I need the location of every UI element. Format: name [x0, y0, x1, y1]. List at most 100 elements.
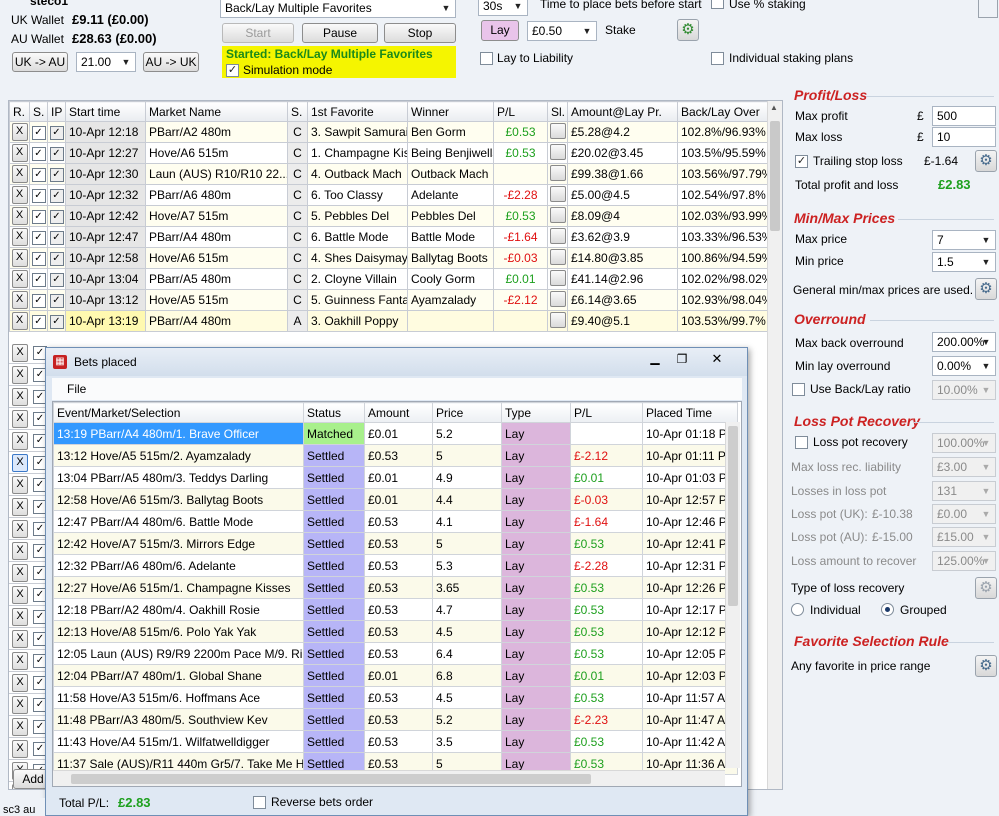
remove-row-button[interactable]: X — [11, 312, 28, 330]
in-play-checkbox[interactable]: ✓ — [49, 147, 64, 161]
remove-row-button[interactable]: X — [12, 586, 28, 604]
simulation-mode-checkbox[interactable]: ✓ — [226, 64, 239, 77]
bet-row[interactable]: 13:04 PBarr/A5 480m/3. Teddys Darling Set… — [53, 466, 738, 489]
stop-loss-button[interactable] — [549, 269, 566, 286]
stop-button[interactable]: Stop — [384, 23, 456, 43]
grid-column-header[interactable]: Back/Lay Over — [677, 101, 768, 122]
bets-column-header[interactable]: P/L — [570, 402, 643, 423]
maximize-button[interactable]: ❐ — [669, 351, 695, 368]
bet-row[interactable]: 12:18 PBarr/A2 480m/4. Oakhill Rosie Sett… — [53, 598, 738, 621]
control-cell[interactable]: ✓ — [29, 121, 48, 143]
control-cell[interactable]: ✓ — [47, 247, 66, 269]
control-cell[interactable]: X — [9, 205, 30, 227]
stop-loss-button[interactable] — [549, 290, 566, 307]
control-cell[interactable]: ✓ — [47, 310, 66, 332]
stake-select[interactable]: £0.50 ▼ — [527, 21, 597, 41]
bet-row[interactable]: 11:58 Hove/A3 515m/6. Hoffmans Ace Settle… — [53, 686, 738, 709]
menu-file[interactable]: File — [67, 382, 86, 396]
control-cell[interactable]: X — [9, 268, 30, 290]
minimize-button[interactable]: ▁ — [642, 351, 668, 368]
max-loss-input[interactable]: 10 — [932, 127, 996, 147]
stop-loss-button[interactable] — [549, 206, 566, 223]
row-remove-cell[interactable]: X✓ — [9, 430, 49, 452]
control-cell[interactable]: ✓ — [29, 205, 48, 227]
row-remove-cell[interactable]: X✓ — [9, 584, 49, 606]
grid-column-header[interactable]: S. — [29, 101, 48, 122]
control-cell[interactable]: ✓ — [29, 268, 48, 290]
bet-row[interactable]: 12:05 Laun (AUS) R9/R9 2200m Pace M/9. R… — [53, 642, 738, 665]
remove-row-button[interactable]: X — [12, 432, 28, 450]
pct-staking-checkbox[interactable] — [711, 0, 724, 9]
bet-row[interactable]: 13:19 PBarr/A4 480m/1. Brave Officer Matc… — [53, 422, 738, 445]
control-cell[interactable] — [547, 142, 568, 164]
control-cell[interactable]: X — [9, 163, 30, 185]
row-remove-cell[interactable]: X✓ — [9, 562, 49, 584]
back-lay-ratio-select[interactable]: 10.00% ▼ — [932, 380, 996, 400]
transfer-uk-au-button[interactable]: UK -> AU — [12, 52, 68, 72]
remove-row-button[interactable]: X — [12, 630, 28, 648]
grid-row[interactable]: X ✓ ✓ 10-Apr 12:18 PBarr/A2 480m C 3. Sawpit S… — [9, 121, 768, 143]
bet-row[interactable]: 13:12 Hove/A5 515m/2. Ayamzalady Settled £… — [53, 444, 738, 467]
grid-row[interactable]: X ✓ ✓ 10-Apr 12:42 Hove/A7 515m C 5. Pebbles D… — [9, 205, 768, 227]
row-remove-cell[interactable]: X✓ — [9, 452, 49, 474]
row-remove-cell[interactable]: X✓ — [9, 386, 49, 408]
grid-row[interactable]: X ✓ ✓ 10-Apr 12:27 Hove/A6 515m C 1. Champagne… — [9, 142, 768, 164]
remove-row-button[interactable]: X — [11, 228, 28, 246]
control-cell[interactable]: ✓ — [29, 226, 48, 248]
bets-column-header[interactable]: Status — [303, 402, 365, 423]
fav-rule-gear-icon[interactable]: ⚙ — [975, 655, 997, 677]
bet-row[interactable]: 12:13 Hove/A8 515m/6. Polo Yak Yak Settle… — [53, 620, 738, 643]
control-cell[interactable]: ✓ — [47, 268, 66, 290]
max-loss-rec-select[interactable]: £3.00 ▼ — [932, 457, 996, 477]
control-cell[interactable] — [547, 268, 568, 290]
stop-loss-button[interactable] — [549, 248, 566, 265]
grid-column-header[interactable]: IP — [47, 101, 66, 122]
control-cell[interactable]: X — [9, 121, 30, 143]
transfer-amount-select[interactable]: 21.00 ▼ — [76, 52, 136, 72]
control-cell[interactable]: ✓ — [29, 184, 48, 206]
trailing-stop-gear-icon[interactable]: ⚙ — [975, 150, 997, 172]
control-cell[interactable]: ✓ — [47, 163, 66, 185]
bet-row[interactable]: 12:42 Hove/A7 515m/3. Mirrors Edge Settle… — [53, 532, 738, 555]
control-cell[interactable]: ✓ — [47, 184, 66, 206]
stop-loss-button[interactable] — [549, 227, 566, 244]
in-play-checkbox[interactable]: ✓ — [49, 252, 64, 266]
control-cell[interactable]: X — [9, 142, 30, 164]
select-checkbox[interactable]: ✓ — [31, 315, 46, 329]
remove-row-button[interactable]: X — [11, 144, 28, 162]
control-cell[interactable]: ✓ — [29, 310, 48, 332]
loss-recovery-gear-icon[interactable]: ⚙ — [975, 577, 997, 599]
bet-row[interactable]: 12:04 PBarr/A7 480m/1. Global Shane Settl… — [53, 664, 738, 687]
in-play-checkbox[interactable]: ✓ — [49, 126, 64, 140]
control-cell[interactable]: ✓ — [29, 289, 48, 311]
remove-row-button[interactable]: X — [12, 476, 28, 494]
select-checkbox[interactable]: ✓ — [31, 147, 46, 161]
stop-loss-button[interactable] — [549, 122, 566, 139]
pause-button[interactable]: Pause — [302, 23, 378, 43]
row-remove-cell[interactable]: X✓ — [9, 650, 49, 672]
grid-row[interactable]: X ✓ ✓ 10-Apr 12:30 Laun (AUS) R10/R10 22... C… — [9, 163, 768, 185]
grouped-radio[interactable] — [881, 603, 894, 616]
control-cell[interactable]: X — [9, 247, 30, 269]
row-remove-cell[interactable]: X✓ — [9, 408, 49, 430]
losses-in-pot-select[interactable]: 131 ▼ — [932, 481, 996, 501]
in-play-checkbox[interactable]: ✓ — [49, 273, 64, 287]
in-play-checkbox[interactable]: ✓ — [49, 315, 64, 329]
grid-row[interactable]: X ✓ ✓ 10-Apr 12:58 Hove/A6 515m C 4. Shes Dais… — [9, 247, 768, 269]
scroll-thumb[interactable] — [728, 426, 738, 606]
in-play-checkbox[interactable]: ✓ — [49, 189, 64, 203]
select-checkbox[interactable]: ✓ — [31, 231, 46, 245]
grid-row[interactable]: X ✓ ✓ 10-Apr 13:19 PBarr/A4 480m A 3. Oakhill … — [9, 310, 768, 332]
in-play-checkbox[interactable]: ✓ — [49, 231, 64, 245]
stop-loss-button[interactable] — [549, 164, 566, 181]
bet-row[interactable]: 12:32 PBarr/A6 480m/6. Adelante Settled £0… — [53, 554, 738, 577]
grid-column-header[interactable]: P/L — [493, 101, 548, 122]
grid-row[interactable]: X ✓ ✓ 10-Apr 12:32 PBarr/A6 480m C 6. Too Clas… — [9, 184, 768, 206]
remove-row-button[interactable]: X — [12, 498, 28, 516]
loss-pot-uk-select[interactable]: £0.00 ▼ — [932, 504, 996, 524]
row-remove-cell[interactable]: X✓ — [9, 738, 49, 760]
remove-row-button[interactable]: X — [12, 388, 28, 406]
control-cell[interactable] — [547, 205, 568, 227]
close-button[interactable]: ✕ — [697, 351, 737, 368]
in-play-checkbox[interactable]: ✓ — [49, 294, 64, 308]
